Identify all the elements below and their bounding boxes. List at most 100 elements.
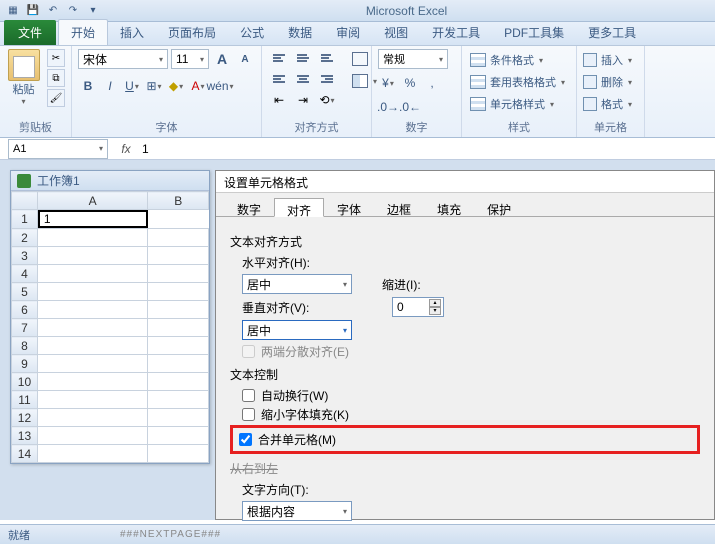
font-color-button[interactable]: A▾ [188,76,208,96]
tab-data[interactable]: 数据 [276,20,324,45]
font-name-select[interactable]: 宋体▾ [78,49,168,69]
format-cells-button[interactable]: 格式▾ [583,93,638,115]
save-icon[interactable]: 💾 [24,2,42,20]
align-bottom-icon[interactable] [316,49,338,67]
cell[interactable] [148,445,209,463]
fx-icon[interactable]: fx [116,142,136,156]
tab-more[interactable]: 更多工具 [576,20,648,45]
spreadsheet[interactable]: AB 11 2 3 4 5 6 7 8 9 10 11 12 13 14 [11,191,209,463]
row-header[interactable]: 4 [12,265,38,283]
row-header[interactable]: 2 [12,229,38,247]
horizontal-select[interactable]: 居中▾ [242,274,352,294]
decrease-font-icon[interactable]: A [235,49,255,69]
increase-font-icon[interactable]: A [212,49,232,69]
cell[interactable] [148,319,209,337]
cell[interactable] [37,373,148,391]
tab-view[interactable]: 视图 [372,20,420,45]
cell[interactable] [37,427,148,445]
cell[interactable] [148,391,209,409]
row-header[interactable]: 3 [12,247,38,265]
insert-cells-button[interactable]: 插入▾ [583,49,638,71]
border-button[interactable]: ⊞▾ [144,76,164,96]
tab-review[interactable]: 审阅 [324,20,372,45]
cut-icon[interactable]: ✂ [47,49,65,67]
tab-file[interactable]: 文件 [4,20,56,45]
row-header[interactable]: 8 [12,337,38,355]
cell[interactable] [148,337,209,355]
cell[interactable] [148,283,209,301]
cell[interactable] [37,229,148,247]
dialog-tab-number[interactable]: 数字 [224,197,274,216]
cell[interactable] [37,337,148,355]
number-format-select[interactable]: 常规▾ [378,49,448,69]
align-middle-icon[interactable] [292,49,314,67]
row-header[interactable]: 13 [12,427,38,445]
row-header[interactable]: 6 [12,301,38,319]
format-painter-icon[interactable]: 🖌 [47,89,65,107]
align-top-icon[interactable] [268,49,290,67]
row-header[interactable]: 7 [12,319,38,337]
bold-button[interactable]: B [78,76,98,96]
row-header[interactable]: 14 [12,445,38,463]
align-right-icon[interactable] [316,70,338,88]
qat-dropdown-icon[interactable]: ▾ [84,2,102,20]
row-header[interactable]: 10 [12,373,38,391]
cell[interactable] [148,265,209,283]
dialog-tab-font[interactable]: 字体 [324,197,374,216]
cell[interactable] [148,355,209,373]
decrease-indent-icon[interactable]: ⇤ [268,91,290,109]
fill-color-button[interactable]: ◆▾ [166,76,186,96]
cell[interactable] [37,247,148,265]
orientation-icon[interactable]: ⟲▾ [316,91,338,109]
shrink-fit-checkbox[interactable] [242,408,255,421]
cell[interactable] [37,409,148,427]
cell[interactable] [37,265,148,283]
comma-format-icon[interactable]: , [422,73,442,93]
dialog-tab-alignment[interactable]: 对齐 [274,198,324,217]
cell-a1[interactable]: 1 [38,210,148,228]
workbook-title-bar[interactable]: 工作簿1 [11,171,209,191]
col-header-a[interactable]: A [37,192,148,210]
underline-button[interactable]: U▾ [122,76,142,96]
cell[interactable] [37,283,148,301]
conditional-format-button[interactable]: 条件格式▾ [468,49,570,71]
copy-icon[interactable]: ⧉ [47,69,65,87]
vertical-select[interactable]: 居中▾ [242,320,352,340]
cell[interactable] [148,373,209,391]
cell-styles-button[interactable]: 单元格样式▾ [468,93,570,115]
tab-pagelayout[interactable]: 页面布局 [156,20,228,45]
cell[interactable] [148,427,209,445]
formula-bar[interactable]: 1 [136,142,715,156]
cell[interactable] [37,301,148,319]
table-format-button[interactable]: 套用表格格式▾ [468,71,570,93]
cell[interactable] [37,355,148,373]
tab-formulas[interactable]: 公式 [228,20,276,45]
indent-spinner[interactable]: 0▴▾ [392,297,444,317]
cell[interactable] [37,391,148,409]
delete-cells-button[interactable]: 删除▾ [583,71,638,93]
phonetic-button[interactable]: wén▾ [210,76,230,96]
cell[interactable] [37,445,148,463]
align-center-icon[interactable] [292,70,314,88]
align-left-icon[interactable] [268,70,290,88]
cell[interactable] [148,301,209,319]
cell[interactable] [37,319,148,337]
name-box[interactable]: A1▾ [8,139,108,159]
cell[interactable] [148,247,209,265]
tab-pdf[interactable]: PDF工具集 [492,20,576,45]
italic-button[interactable]: I [100,76,120,96]
row-header[interactable]: 12 [12,409,38,427]
row-header[interactable]: 5 [12,283,38,301]
cell[interactable] [148,409,209,427]
redo-icon[interactable]: ↷ [64,2,82,20]
merge-cells-checkbox[interactable] [239,433,252,446]
dialog-tab-border[interactable]: 边框 [374,197,424,216]
accounting-format-icon[interactable]: ¥▾ [378,73,398,93]
tab-developer[interactable]: 开发工具 [420,20,492,45]
paste-button[interactable]: 粘贴 ▾ [6,49,41,106]
select-all-corner[interactable] [12,192,38,210]
decrease-decimal-icon[interactable]: .0← [400,97,420,117]
font-size-select[interactable]: 11▾ [171,49,209,69]
row-header[interactable]: 1 [12,210,38,229]
row-header[interactable]: 9 [12,355,38,373]
